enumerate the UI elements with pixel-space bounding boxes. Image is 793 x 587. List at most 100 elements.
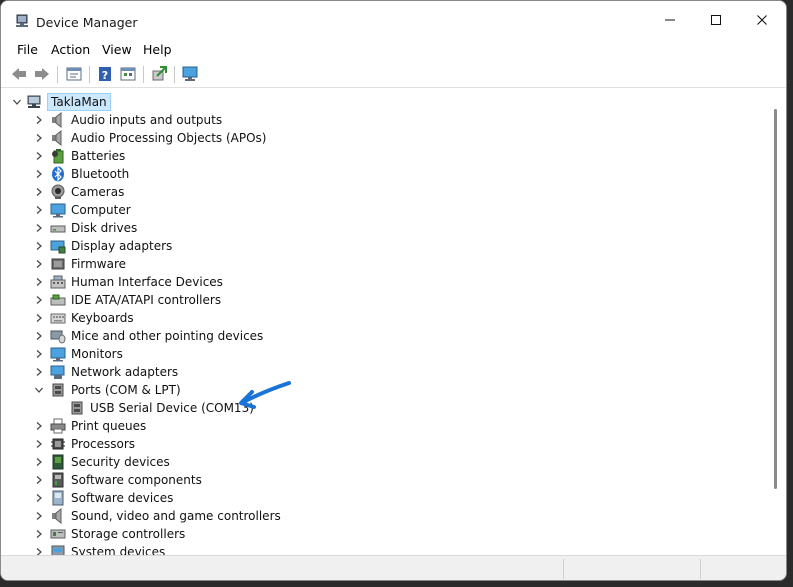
maximize-button[interactable] [693, 1, 739, 39]
tree-item-system-devices[interactable]: System devices [6, 543, 766, 555]
battery-icon [50, 148, 66, 164]
tree-item-computer[interactable]: Computer [6, 201, 766, 219]
menu-view[interactable]: View [102, 42, 132, 57]
tree-item-bluetooth[interactable]: Bluetooth [6, 165, 766, 183]
tree-item-label: Processors [71, 437, 136, 451]
chevron-right-icon[interactable] [34, 421, 44, 431]
chevron-right-icon[interactable] [34, 169, 44, 179]
toolbar: ? [1, 61, 786, 88]
minimize-button-area[interactable] [647, 1, 693, 39]
tree-item-monitors[interactable]: Monitors [6, 345, 766, 363]
status-bar [1, 555, 786, 580]
tree-item-disk-drives[interactable]: Disk drives [6, 219, 766, 237]
chevron-right-icon[interactable] [34, 439, 44, 449]
chevron-right-icon[interactable] [34, 457, 44, 467]
tree-root-label: TaklaMan [47, 93, 111, 111]
toolbar-separator [89, 66, 90, 83]
tree-item-label: Batteries [71, 149, 126, 163]
close-button[interactable] [739, 1, 785, 39]
tree-item-label: Computer [71, 203, 131, 217]
tree-item-label: Human Interface Devices [71, 275, 223, 289]
chevron-right-icon[interactable] [34, 313, 44, 323]
scrollbar-thumb[interactable] [774, 109, 777, 489]
device-manager-window: Device Manager File Action View Help ? T… [0, 0, 787, 581]
scan-hardware-button[interactable] [181, 65, 199, 83]
svg-text:?: ? [102, 69, 108, 82]
chevron-right-icon[interactable] [34, 187, 44, 197]
menu-action[interactable]: Action [51, 42, 90, 57]
tree-item-processors[interactable]: Processors [6, 435, 766, 453]
tree-item-label: Network adapters [71, 365, 179, 379]
update-driver-icon [152, 66, 167, 81]
chevron-right-icon[interactable] [34, 349, 44, 359]
chevron-right-icon[interactable] [34, 241, 44, 251]
back-button[interactable] [10, 65, 28, 83]
tree-item-network-adapters[interactable]: Network adapters [6, 363, 766, 381]
network-icon [50, 364, 66, 380]
tree-item-label: IDE ATA/ATAPI controllers [71, 293, 222, 307]
chevron-right-icon[interactable] [34, 205, 44, 215]
help-button[interactable]: ? [96, 65, 114, 83]
tree-item-label: Display adapters [71, 239, 173, 253]
update-driver-button[interactable] [150, 65, 168, 83]
chevron-right-icon[interactable] [34, 259, 44, 269]
chevron-right-icon[interactable] [34, 331, 44, 341]
tree-item-human-interface-devices[interactable]: Human Interface Devices [6, 273, 766, 291]
chevron-right-icon[interactable] [34, 277, 44, 287]
tree-item-label: Ports (COM & LPT) [71, 383, 181, 397]
tree-item-label: Software devices [71, 491, 174, 505]
tree-item-security-devices[interactable]: Security devices [6, 453, 766, 471]
tree-child-usb-serial-device-com13[interactable]: USB Serial Device (COM13) [6, 399, 766, 417]
keyboard-icon [50, 310, 66, 326]
security-icon [50, 454, 66, 470]
tree-root[interactable]: TaklaMan [6, 93, 766, 111]
processor-icon [50, 436, 66, 452]
forward-icon [35, 68, 49, 80]
vertical-scrollbar[interactable] [768, 89, 785, 555]
tree-item-ide-ata-atapi-controllers[interactable]: IDE ATA/ATAPI controllers [6, 291, 766, 309]
tree-item-audio-inputs-and-outputs[interactable]: Audio inputs and outputs [6, 111, 766, 129]
chevron-down-icon[interactable] [34, 385, 44, 395]
tree-item-keyboards[interactable]: Keyboards [6, 309, 766, 327]
tree-item-batteries[interactable]: Batteries [6, 147, 766, 165]
tree-item-print-queues[interactable]: Print queues [6, 417, 766, 435]
firmware-icon [50, 256, 66, 272]
tree-item-sound-video-and-game-controllers[interactable]: Sound, video and game controllers [6, 507, 766, 525]
tree-item-label: Storage controllers [71, 527, 186, 541]
chevron-right-icon[interactable] [34, 511, 44, 521]
chevron-right-icon[interactable] [34, 547, 44, 555]
window-title: Device Manager [36, 15, 138, 30]
chevron-right-icon[interactable] [34, 115, 44, 125]
tree-item-mice-and-other-pointing-devices[interactable]: Mice and other pointing devices [6, 327, 766, 345]
system-icon [50, 544, 66, 555]
tree-item-ports-com-lpt[interactable]: Ports (COM & LPT) [6, 381, 766, 399]
menu-bar: File Action View Help [1, 39, 786, 61]
menu-file[interactable]: File [17, 42, 38, 57]
chevron-right-icon[interactable] [34, 151, 44, 161]
chevron-right-icon[interactable] [34, 367, 44, 377]
tree-item-software-components[interactable]: Software components [6, 471, 766, 489]
tree-item-cameras[interactable]: Cameras [6, 183, 766, 201]
chevron-right-icon[interactable] [34, 475, 44, 485]
chevron-right-icon[interactable] [34, 529, 44, 539]
speaker-icon [50, 130, 66, 146]
chevron-right-icon[interactable] [34, 493, 44, 503]
forward-button[interactable] [33, 65, 51, 83]
tree-item-display-adapters[interactable]: Display adapters [6, 237, 766, 255]
chevron-right-icon[interactable] [34, 295, 44, 305]
tree-item-label: Security devices [71, 455, 170, 469]
tree-item-label: Cameras [71, 185, 125, 199]
device-tree[interactable]: TaklaMan Audio inputs and outputs Audio Pr… [6, 89, 768, 555]
tree-item-audio-processing-objects-apos[interactable]: Audio Processing Objects (APOs) [6, 129, 766, 147]
tree-item-label: Audio inputs and outputs [71, 113, 223, 127]
chevron-right-icon[interactable] [34, 133, 44, 143]
tree-item-firmware[interactable]: Firmware [6, 255, 766, 273]
tree-item-storage-controllers[interactable]: Storage controllers [6, 525, 766, 543]
minimize-icon [665, 19, 675, 21]
show-hidden-button[interactable] [119, 65, 137, 83]
menu-help[interactable]: Help [143, 42, 172, 57]
chevron-right-icon[interactable] [34, 223, 44, 233]
chevron-down-icon[interactable] [12, 97, 22, 107]
tree-item-software-devices[interactable]: Software devices [6, 489, 766, 507]
properties-button[interactable] [65, 65, 83, 83]
